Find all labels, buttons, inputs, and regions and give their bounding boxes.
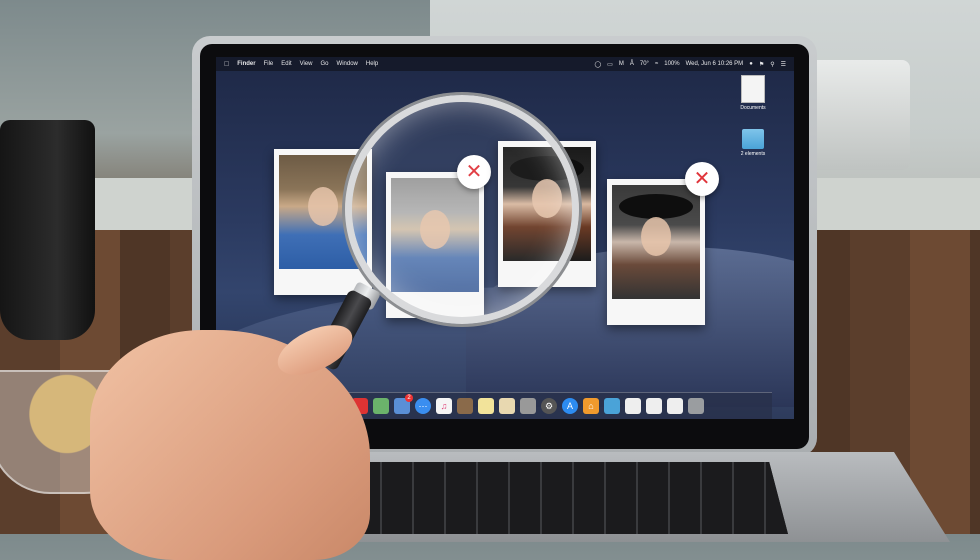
menu-bar:  Finder File Edit View Go Window Help ◯… <box>216 57 794 71</box>
display-icon[interactable]: ▭ <box>607 61 613 68</box>
m-icon[interactable]: M <box>619 61 624 68</box>
search-icon[interactable]: ⚲ <box>770 61 774 68</box>
wifi-icon[interactable]: ≈ <box>655 61 658 68</box>
battery-readout[interactable]: 100% <box>664 61 679 68</box>
menu-help[interactable]: Help <box>366 61 378 67</box>
image-capture-icon[interactable] <box>520 398 536 414</box>
menu-edit[interactable]: Edit <box>281 61 291 67</box>
laptop-keyboard <box>318 462 788 534</box>
mail-icon[interactable]: 2 <box>394 394 413 414</box>
music-icon[interactable]: ♫ <box>436 398 452 414</box>
desktop-icon-label: Documents <box>740 105 766 111</box>
menu-window[interactable]: Window <box>337 61 358 67</box>
status-area: ◯ ▭ M Å 70° ≈ 100% Wed, Jun 6 10:26 PM ●… <box>594 61 786 68</box>
books-icon[interactable] <box>457 398 473 414</box>
bluetooth-icon[interactable]: Å <box>630 61 634 68</box>
trash-icon[interactable] <box>688 398 704 414</box>
photo-card-duplicate-hat[interactable] <box>607 179 705 325</box>
reject-duplicate-icon[interactable]: ✕ <box>685 162 719 196</box>
flag-icon[interactable]: ⚑ <box>759 61 764 68</box>
home-icon[interactable]: ⌂ <box>583 398 599 414</box>
menu-file[interactable]: File <box>264 61 274 67</box>
desktop-icon-folder[interactable]: 2 elements <box>731 129 775 157</box>
list-icon[interactable]: ☰ <box>781 61 786 68</box>
app-store-icon[interactable]: A <box>562 398 578 414</box>
photos-icon[interactable] <box>373 398 389 414</box>
photo-woman-hat-duplicate <box>612 185 700 299</box>
desktop-icon-documents[interactable]: Documents <box>731 75 775 111</box>
document-icon[interactable] <box>625 398 641 414</box>
notes-icon[interactable] <box>478 398 494 414</box>
preview-icon[interactable] <box>499 398 515 414</box>
temperature-readout[interactable]: 70° <box>640 61 649 68</box>
clock[interactable]: Wed, Jun 6 10:26 PM <box>686 61 744 68</box>
document-icon <box>741 75 765 103</box>
magnifying-glass-lens <box>345 95 579 324</box>
dock: 2 ⋯ ♫ ⚙ A ⌂ <box>344 392 772 419</box>
shield-icon[interactable]: ◯ <box>594 61 601 68</box>
apple-icon[interactable]:  <box>224 61 229 68</box>
menu-view[interactable]: View <box>300 61 313 67</box>
messages-icon[interactable]: ⋯ <box>415 398 431 414</box>
kettle <box>0 120 95 340</box>
folder-icon[interactable] <box>604 398 620 414</box>
menu-go[interactable]: Go <box>321 61 329 67</box>
document-icon[interactable] <box>667 398 683 414</box>
menu-finder[interactable]: Finder <box>237 61 255 67</box>
user-icon[interactable]: ● <box>749 61 753 68</box>
system-preferences-icon[interactable]: ⚙ <box>541 398 557 414</box>
notification-badge: 2 <box>405 394 413 402</box>
folder-icon <box>742 129 764 149</box>
desktop-icon-label: 2 elements <box>740 151 766 157</box>
document-icon[interactable] <box>646 398 662 414</box>
